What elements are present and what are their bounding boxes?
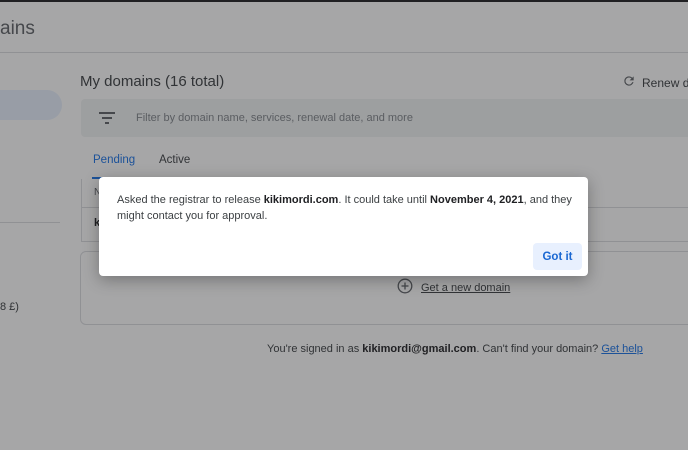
dialog-text-2: . It could take until — [338, 194, 431, 206]
dialog-date: November 4, 2021 — [430, 194, 524, 206]
dialog-domain: kikimordi.com — [263, 194, 339, 206]
dialog-message: Asked the registrar to release kikimordi… — [117, 192, 577, 224]
got-it-button[interactable]: Got it — [533, 243, 582, 270]
release-dialog: Asked the registrar to release kikimordi… — [99, 177, 588, 276]
dialog-text-1: Asked the registrar to release — [117, 194, 264, 206]
